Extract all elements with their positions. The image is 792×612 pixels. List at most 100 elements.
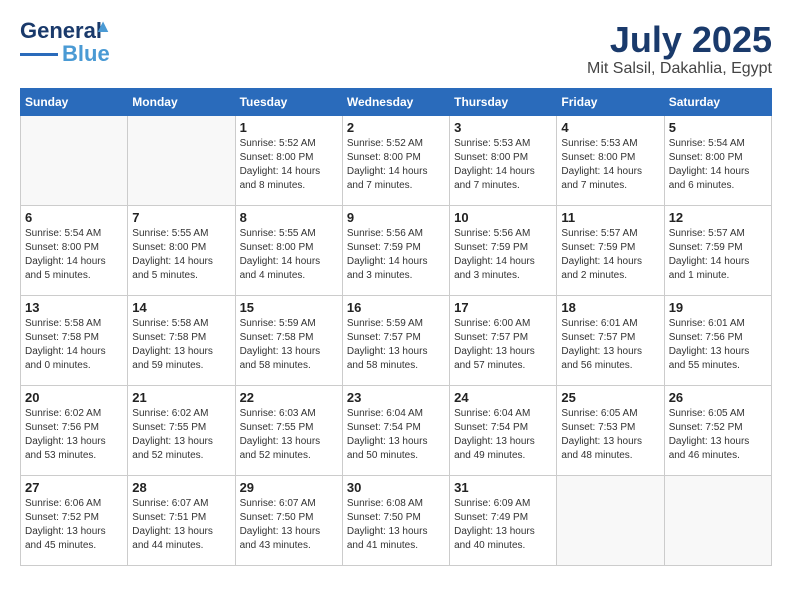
calendar-cell: 9 Sunrise: 5:56 AM Sunset: 7:59 PM Daylig… [342, 205, 449, 295]
weekday-header: Wednesday [342, 88, 449, 115]
calendar-cell: 17 Sunrise: 6:00 AM Sunset: 7:57 PM Dayli… [450, 295, 557, 385]
calendar-cell [21, 115, 128, 205]
weekday-header: Sunday [21, 88, 128, 115]
day-number: 4 [561, 120, 659, 135]
day-info: Sunrise: 5:56 AM Sunset: 7:59 PM Dayligh… [347, 227, 445, 283]
day-info: Sunrise: 6:01 AM Sunset: 7:56 PM Dayligh… [669, 317, 767, 373]
day-info: Sunrise: 6:03 AM Sunset: 7:55 PM Dayligh… [240, 407, 338, 463]
calendar-cell: 10Sunrise: 5:56 AM Sunset: 7:59 PM Dayli… [450, 205, 557, 295]
day-info: Sunrise: 6:09 AM Sunset: 7:49 PM Dayligh… [454, 497, 552, 553]
calendar-cell: 18 Sunrise: 6:01 AM Sunset: 7:57 PM Dayli… [557, 295, 664, 385]
day-number: 25 [561, 390, 659, 405]
day-info: Sunrise: 5:53 AM Sunset: 8:00 PM Dayligh… [561, 137, 659, 193]
calendar-cell: 12Sunrise: 5:57 AM Sunset: 7:59 PM Dayli… [664, 205, 771, 295]
day-number: 24 [454, 390, 552, 405]
day-info: Sunrise: 6:04 AM Sunset: 7:54 PM Dayligh… [454, 407, 552, 463]
title-area: July 2025 Mit Salsil, Dakahlia, Egypt [587, 20, 772, 78]
calendar-cell: 26Sunrise: 6:05 AM Sunset: 7:52 PM Dayli… [664, 385, 771, 475]
calendar-cell: 7Sunrise: 5:55 AM Sunset: 8:00 PM Daylig… [128, 205, 235, 295]
day-number: 2 [347, 120, 445, 135]
calendar-cell: 16 Sunrise: 5:59 AM Sunset: 7:57 PM Dayli… [342, 295, 449, 385]
day-info: Sunrise: 5:54 AM Sunset: 8:00 PM Dayligh… [669, 137, 767, 193]
calendar-cell [557, 475, 664, 565]
day-info: Sunrise: 5:59 AM Sunset: 7:58 PM Dayligh… [240, 317, 338, 373]
calendar-cell: 25Sunrise: 6:05 AM Sunset: 7:53 PM Dayli… [557, 385, 664, 475]
day-info: Sunrise: 5:52 AM Sunset: 8:00 PM Dayligh… [347, 137, 445, 193]
logo-text-blue: Blue [62, 43, 110, 65]
day-number: 22 [240, 390, 338, 405]
day-number: 18 [561, 300, 659, 315]
day-number: 31 [454, 480, 552, 495]
calendar-week-row: 27Sunrise: 6:06 AM Sunset: 7:52 PM Dayli… [21, 475, 772, 565]
logo: General ▲ Blue [20, 20, 110, 65]
calendar-cell: 27Sunrise: 6:06 AM Sunset: 7:52 PM Dayli… [21, 475, 128, 565]
weekday-header: Friday [557, 88, 664, 115]
day-info: Sunrise: 6:04 AM Sunset: 7:54 PM Dayligh… [347, 407, 445, 463]
day-number: 15 [240, 300, 338, 315]
calendar-cell: 11 Sunrise: 5:57 AM Sunset: 7:59 PM Dayli… [557, 205, 664, 295]
day-info: Sunrise: 6:02 AM Sunset: 7:56 PM Dayligh… [25, 407, 123, 463]
day-number: 20 [25, 390, 123, 405]
day-info: Sunrise: 5:58 AM Sunset: 7:58 PM Dayligh… [25, 317, 123, 373]
calendar-cell: 31 Sunrise: 6:09 AM Sunset: 7:49 PM Dayli… [450, 475, 557, 565]
day-info: Sunrise: 6:07 AM Sunset: 7:51 PM Dayligh… [132, 497, 230, 553]
day-number: 27 [25, 480, 123, 495]
day-number: 8 [240, 210, 338, 225]
day-info: Sunrise: 6:00 AM Sunset: 7:57 PM Dayligh… [454, 317, 552, 373]
calendar-cell: 5 Sunrise: 5:54 AM Sunset: 8:00 PM Daylig… [664, 115, 771, 205]
calendar-week-row: 6Sunrise: 5:54 AM Sunset: 8:00 PM Daylig… [21, 205, 772, 295]
calendar-cell: 28 Sunrise: 6:07 AM Sunset: 7:51 PM Dayli… [128, 475, 235, 565]
weekday-header: Tuesday [235, 88, 342, 115]
day-number: 14 [132, 300, 230, 315]
day-info: Sunrise: 5:57 AM Sunset: 7:59 PM Dayligh… [561, 227, 659, 283]
day-number: 9 [347, 210, 445, 225]
calendar-cell: 29 Sunrise: 6:07 AM Sunset: 7:50 PM Dayli… [235, 475, 342, 565]
day-info: Sunrise: 5:52 AM Sunset: 8:00 PM Dayligh… [240, 137, 338, 193]
day-number: 30 [347, 480, 445, 495]
day-info: Sunrise: 5:59 AM Sunset: 7:57 PM Dayligh… [347, 317, 445, 373]
day-number: 21 [132, 390, 230, 405]
day-info: Sunrise: 6:07 AM Sunset: 7:50 PM Dayligh… [240, 497, 338, 553]
day-info: Sunrise: 5:58 AM Sunset: 7:58 PM Dayligh… [132, 317, 230, 373]
day-number: 16 [347, 300, 445, 315]
day-number: 6 [25, 210, 123, 225]
day-number: 28 [132, 480, 230, 495]
calendar-table: SundayMondayTuesdayWednesdayThursdayFrid… [20, 88, 772, 566]
day-number: 1 [240, 120, 338, 135]
calendar-week-row: 20 Sunrise: 6:02 AM Sunset: 7:56 PM Dayli… [21, 385, 772, 475]
calendar-cell: 15 Sunrise: 5:59 AM Sunset: 7:58 PM Dayli… [235, 295, 342, 385]
page-header: General ▲ Blue July 2025 Mit Salsil, Dak… [20, 20, 772, 78]
calendar-week-row: 1 Sunrise: 5:52 AM Sunset: 8:00 PM Daylig… [21, 115, 772, 205]
month-title: July 2025 [587, 20, 772, 60]
calendar-cell: 30 Sunrise: 6:08 AM Sunset: 7:50 PM Dayli… [342, 475, 449, 565]
weekday-header: Saturday [664, 88, 771, 115]
day-number: 5 [669, 120, 767, 135]
calendar-cell: 20 Sunrise: 6:02 AM Sunset: 7:56 PM Dayli… [21, 385, 128, 475]
calendar-cell [128, 115, 235, 205]
day-number: 12 [669, 210, 767, 225]
calendar-header-row: SundayMondayTuesdayWednesdayThursdayFrid… [21, 88, 772, 115]
day-number: 29 [240, 480, 338, 495]
day-number: 17 [454, 300, 552, 315]
day-number: 11 [561, 210, 659, 225]
day-info: Sunrise: 5:55 AM Sunset: 8:00 PM Dayligh… [240, 227, 338, 283]
day-info: Sunrise: 6:01 AM Sunset: 7:57 PM Dayligh… [561, 317, 659, 373]
calendar-cell: 2 Sunrise: 5:52 AM Sunset: 8:00 PM Daylig… [342, 115, 449, 205]
day-number: 26 [669, 390, 767, 405]
calendar-cell: 19Sunrise: 6:01 AM Sunset: 7:56 PM Dayli… [664, 295, 771, 385]
calendar-cell: 13 Sunrise: 5:58 AM Sunset: 7:58 PM Dayli… [21, 295, 128, 385]
weekday-header: Thursday [450, 88, 557, 115]
calendar-week-row: 13 Sunrise: 5:58 AM Sunset: 7:58 PM Dayli… [21, 295, 772, 385]
calendar-cell: 4 Sunrise: 5:53 AM Sunset: 8:00 PM Daylig… [557, 115, 664, 205]
calendar-cell: 6Sunrise: 5:54 AM Sunset: 8:00 PM Daylig… [21, 205, 128, 295]
day-number: 13 [25, 300, 123, 315]
logo-text: General [20, 18, 102, 43]
day-number: 7 [132, 210, 230, 225]
calendar-cell: 14 Sunrise: 5:58 AM Sunset: 7:58 PM Dayli… [128, 295, 235, 385]
weekday-header: Monday [128, 88, 235, 115]
calendar-cell: 3Sunrise: 5:53 AM Sunset: 8:00 PM Daylig… [450, 115, 557, 205]
calendar-cell: 23Sunrise: 6:04 AM Sunset: 7:54 PM Dayli… [342, 385, 449, 475]
day-number: 3 [454, 120, 552, 135]
day-number: 10 [454, 210, 552, 225]
day-info: Sunrise: 6:08 AM Sunset: 7:50 PM Dayligh… [347, 497, 445, 553]
